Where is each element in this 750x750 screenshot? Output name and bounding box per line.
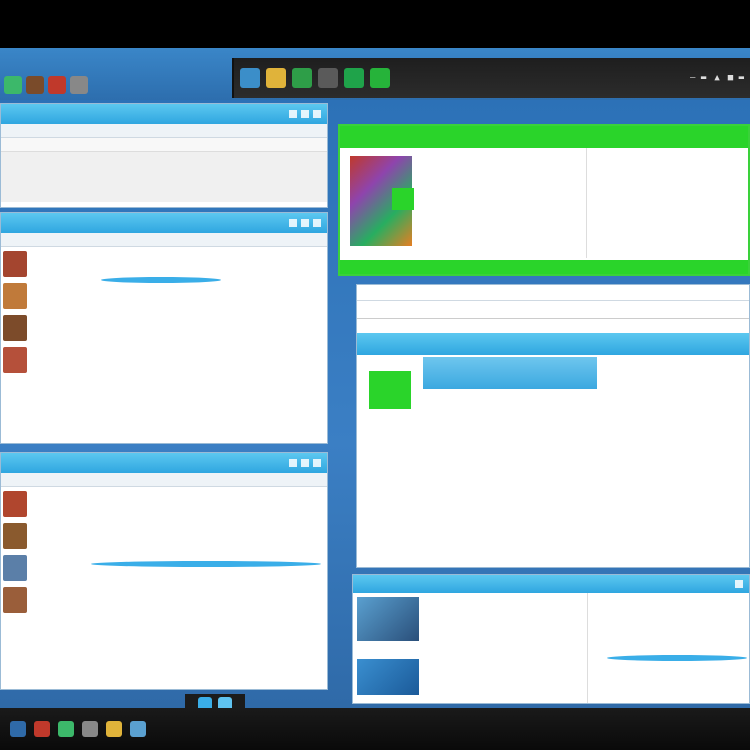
window-titlebar[interactable] bbox=[1, 104, 327, 124]
settings-icon[interactable] bbox=[318, 68, 338, 88]
maximize-icon[interactable] bbox=[301, 110, 309, 118]
app-icon[interactable] bbox=[4, 76, 22, 94]
app-icon[interactable] bbox=[58, 721, 74, 737]
window-menu bbox=[1, 473, 327, 487]
window-body bbox=[1, 487, 327, 689]
window-titlebar[interactable] bbox=[1, 213, 327, 233]
tray-item[interactable]: ■ ▬ bbox=[728, 73, 744, 83]
green-header bbox=[340, 126, 748, 148]
section-bar bbox=[357, 333, 749, 355]
window-body bbox=[1, 152, 327, 202]
divider bbox=[587, 593, 588, 703]
close-icon[interactable] bbox=[313, 459, 321, 467]
image-icon[interactable] bbox=[240, 68, 260, 88]
browser-window-3 bbox=[0, 452, 328, 690]
window-toolbar bbox=[357, 301, 749, 319]
system-tray: — ▬ ▲ ■ ▬ bbox=[690, 73, 744, 83]
divider bbox=[586, 148, 587, 258]
maximize-icon[interactable] bbox=[301, 219, 309, 227]
tray-item[interactable]: — ▬ bbox=[690, 73, 706, 83]
thumbnail[interactable] bbox=[3, 555, 27, 581]
window-body bbox=[353, 593, 749, 703]
green-footer bbox=[340, 260, 748, 274]
tray-item[interactable]: ▲ bbox=[714, 73, 719, 83]
wave-graphic bbox=[101, 277, 221, 283]
window-controls bbox=[735, 580, 743, 588]
thumbnail[interactable] bbox=[3, 251, 27, 277]
minimize-icon[interactable] bbox=[289, 110, 297, 118]
window-controls bbox=[289, 219, 321, 227]
app-icon[interactable] bbox=[48, 76, 66, 94]
leaf-icon[interactable] bbox=[292, 68, 312, 88]
settings-window bbox=[356, 284, 750, 568]
thumbnail-sidebar bbox=[1, 247, 29, 377]
window-controls bbox=[289, 110, 321, 118]
minimize-icon[interactable] bbox=[289, 459, 297, 467]
green-app-window bbox=[338, 124, 750, 276]
window-titlebar[interactable] bbox=[1, 453, 327, 473]
browser-window-2 bbox=[0, 212, 328, 444]
thumbnail[interactable] bbox=[3, 315, 27, 341]
minimize-icon[interactable] bbox=[289, 219, 297, 227]
settings-rows bbox=[383, 401, 613, 431]
thumbnail[interactable] bbox=[3, 523, 27, 549]
window-menu bbox=[1, 124, 327, 138]
window-titlebar[interactable] bbox=[353, 575, 749, 593]
close-icon[interactable] bbox=[735, 580, 743, 588]
window-menu bbox=[1, 233, 327, 247]
app-icon[interactable] bbox=[70, 76, 88, 94]
thumbnail[interactable] bbox=[3, 347, 27, 373]
thumbnail-sidebar bbox=[1, 487, 29, 617]
app-icon[interactable] bbox=[130, 721, 146, 737]
media-thumbnail[interactable] bbox=[357, 659, 419, 695]
window-body bbox=[1, 247, 327, 443]
top-panel: — ▬ ▲ ■ ▬ bbox=[232, 58, 750, 98]
wave-graphic bbox=[607, 655, 747, 661]
banner-image bbox=[423, 357, 597, 389]
desktop: — ▬ ▲ ■ ▬ bbox=[0, 0, 750, 750]
taskbar bbox=[0, 708, 750, 750]
folder-icon[interactable] bbox=[266, 68, 286, 88]
product-badge bbox=[392, 188, 414, 210]
app-icon[interactable] bbox=[106, 721, 122, 737]
thumbnail[interactable] bbox=[3, 587, 27, 613]
window-body bbox=[340, 148, 748, 274]
app-icon[interactable] bbox=[82, 721, 98, 737]
leaf-icon[interactable] bbox=[370, 68, 390, 88]
window-body bbox=[357, 355, 749, 555]
window-toolbar bbox=[357, 285, 749, 301]
shelf-launchers bbox=[0, 72, 230, 98]
maximize-icon[interactable] bbox=[301, 459, 309, 467]
media-window bbox=[352, 574, 750, 704]
close-icon[interactable] bbox=[313, 110, 321, 118]
app-icon[interactable] bbox=[34, 721, 50, 737]
thumbnail[interactable] bbox=[3, 283, 27, 309]
app-icon[interactable] bbox=[26, 76, 44, 94]
thumbnail[interactable] bbox=[3, 491, 27, 517]
close-icon[interactable] bbox=[313, 219, 321, 227]
browser-window-1 bbox=[0, 103, 328, 208]
app-icon[interactable] bbox=[10, 721, 26, 737]
media-thumbnail[interactable] bbox=[357, 597, 419, 641]
wave-graphic bbox=[91, 561, 321, 567]
window-controls bbox=[289, 459, 321, 467]
address-bar[interactable] bbox=[1, 138, 327, 152]
cube-icon[interactable] bbox=[344, 68, 364, 88]
